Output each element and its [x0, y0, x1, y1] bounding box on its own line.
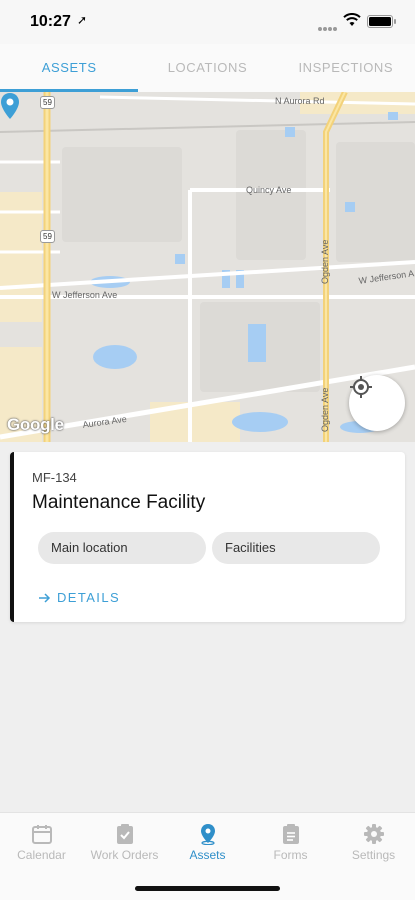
street-label: W Jefferson Ave	[52, 290, 118, 300]
details-label: DETAILS	[57, 590, 121, 605]
gear-icon	[363, 824, 384, 844]
nav-label: Assets	[189, 848, 226, 862]
nav-label: Calendar	[17, 848, 66, 862]
asset-card[interactable]: MF-134 Maintenance Facility Main locatio…	[10, 452, 405, 622]
details-link[interactable]: DETAILS	[38, 590, 120, 605]
tag-chip[interactable]: Main location	[38, 532, 206, 564]
tag-chip[interactable]: Facilities	[212, 532, 380, 564]
clipboard-check-icon	[116, 824, 133, 844]
locate-me-button[interactable]	[349, 375, 405, 431]
tab-locations[interactable]: LOCATIONS	[138, 44, 276, 92]
nav-settings[interactable]: Settings	[332, 813, 415, 900]
route-shield: 59	[40, 230, 55, 243]
street-label: Ogden Ave	[320, 387, 330, 432]
street-label: Ogden Ave	[320, 239, 330, 284]
street-label: N Aurora Rd	[275, 96, 325, 106]
nav-calendar[interactable]: Calendar	[0, 813, 83, 900]
asset-name: Maintenance Facility	[32, 492, 206, 513]
nav-label: Settings	[351, 848, 396, 862]
clipboard-list-icon	[282, 824, 299, 844]
map-pin-icon[interactable]	[0, 92, 20, 120]
status-bar: 10:27 ➚	[0, 0, 415, 44]
top-tabs: ASSETS LOCATIONS INSPECTIONS	[0, 44, 415, 92]
nav-label: Forms	[273, 848, 308, 862]
asset-code: MF-134	[32, 470, 77, 485]
route-shield: 59	[40, 96, 55, 109]
status-time: 10:27	[30, 13, 71, 30]
tab-inspections[interactable]: INSPECTIONS	[277, 44, 415, 92]
street-label: Quincy Ave	[246, 185, 292, 195]
nav-label: Work Orders	[90, 848, 159, 862]
battery-icon	[367, 15, 396, 28]
google-logo: Google	[7, 415, 64, 434]
signal-icon	[318, 18, 338, 31]
map-marker-icon	[200, 824, 215, 845]
arrow-right-icon	[39, 592, 51, 603]
crosshair-locate-icon	[350, 376, 372, 398]
location-arrow-icon: ➚	[77, 13, 88, 27]
wifi-icon	[343, 13, 361, 26]
calendar-icon	[31, 825, 52, 844]
home-indicator	[135, 886, 280, 891]
asset-tags: Main location Facilities	[38, 532, 380, 564]
tab-assets[interactable]: ASSETS	[0, 44, 139, 92]
map-view[interactable]: 59 59 N Aurora Rd Quincy Ave Ogden Ave O…	[0, 92, 415, 442]
